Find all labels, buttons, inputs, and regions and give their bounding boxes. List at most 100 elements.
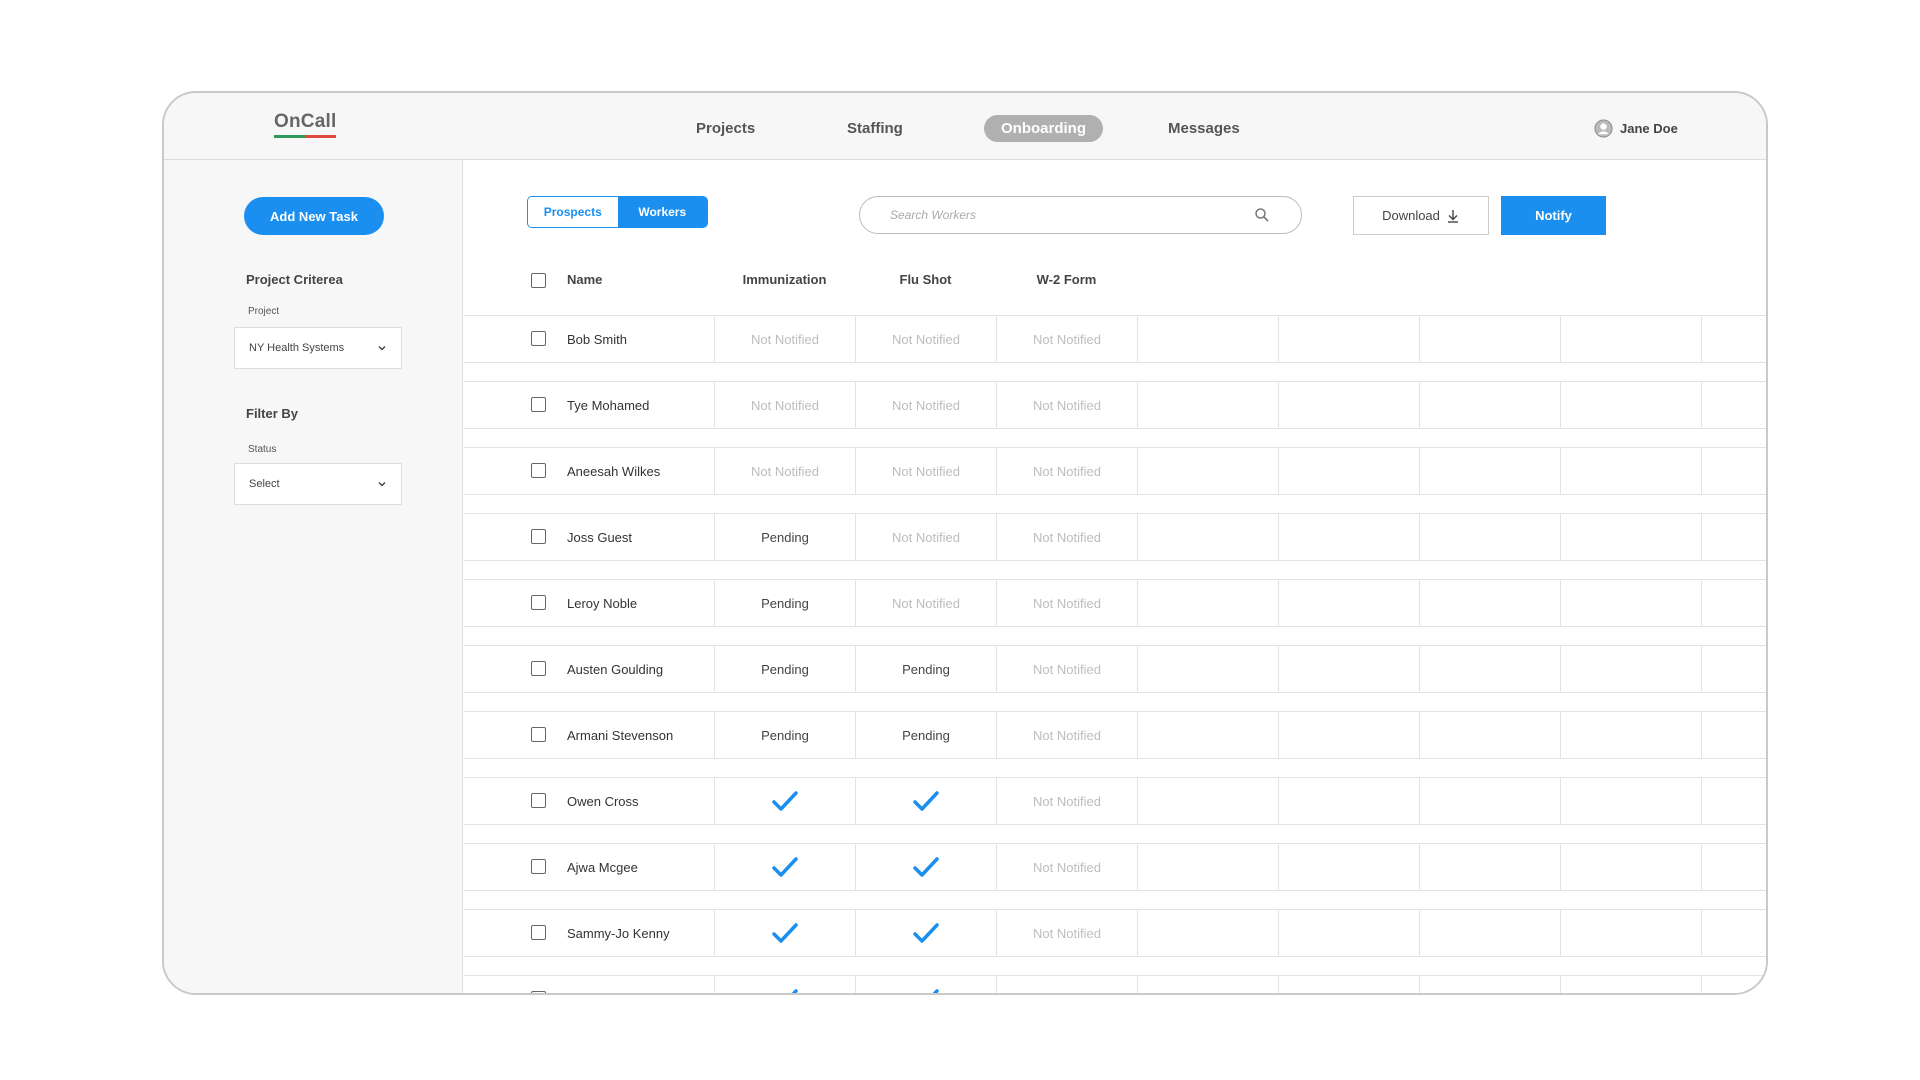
cell-immunization: Pending — [714, 712, 855, 758]
empty-cell — [1701, 844, 1766, 890]
worker-name: Austen Goulding — [567, 662, 664, 677]
table-row[interactable]: Armani Stevenson Pending Pending Not Notifi… — [464, 711, 1766, 759]
table-row[interactable]: Not Notified — [464, 975, 1766, 993]
cell-immunization[interactable] — [714, 778, 855, 824]
empty-cell — [1137, 712, 1278, 758]
table-row[interactable]: Sammy-Jo Kenny Not Notified — [464, 909, 1766, 957]
header-w2-form[interactable]: W-2 Form — [996, 272, 1137, 287]
search-input[interactable] — [890, 205, 1230, 225]
cell-flu-shot: Pending — [855, 646, 996, 692]
status-select[interactable]: Select — [234, 463, 402, 505]
row-checkbox[interactable] — [531, 991, 546, 993]
checkmark-icon — [772, 857, 798, 877]
empty-cell — [1701, 646, 1766, 692]
empty-cell — [1137, 910, 1278, 956]
cell-immunization: Pending — [714, 646, 855, 692]
cell-flu-shot[interactable] — [855, 778, 996, 824]
cell-flu-shot: Not Notified — [855, 316, 996, 362]
table-row[interactable]: Joss Guest Pending Not Notified Not Notifie… — [464, 513, 1766, 561]
row-checkbox[interactable] — [531, 397, 546, 412]
empty-cell — [1560, 316, 1701, 362]
table-row[interactable]: Owen Cross Not Notified — [464, 777, 1766, 825]
search-box — [859, 196, 1302, 234]
project-label: Project — [248, 306, 280, 317]
cell-flu-shot: Not Notified — [855, 514, 996, 560]
table-row[interactable]: Bob Smith Not Notified Not Notified Not Not… — [464, 315, 1766, 363]
table-row[interactable]: Ajwa Mcgee Not Notified — [464, 843, 1766, 891]
empty-cell — [1419, 712, 1560, 758]
cell-flu-shot[interactable] — [855, 844, 996, 890]
cell-flu-shot: Not Notified — [855, 580, 996, 626]
table-row[interactable]: Leroy Noble Pending Not Notified Not Notifi… — [464, 579, 1766, 627]
tab-workers[interactable]: Workers — [617, 197, 707, 227]
worker-name: Aneesah Wilkes — [567, 464, 661, 479]
logo[interactable]: OnCall — [274, 111, 336, 138]
row-checkbox[interactable] — [531, 859, 546, 874]
empty-cell — [1278, 976, 1419, 993]
prospects-workers-toggle: Prospects Workers — [527, 196, 708, 228]
empty-cell — [1701, 514, 1766, 560]
row-checkbox[interactable] — [531, 529, 546, 544]
empty-cell — [1278, 316, 1419, 362]
nav-onboarding[interactable]: Onboarding — [984, 115, 1103, 142]
filter-by-heading: Filter By — [246, 406, 299, 421]
header-flu-shot[interactable]: Flu Shot — [855, 272, 996, 287]
row-checkbox[interactable] — [531, 595, 546, 610]
empty-cell — [1419, 778, 1560, 824]
cell-w2-form: Not Notified — [996, 976, 1137, 993]
empty-cell — [1701, 778, 1766, 824]
cell-immunization[interactable] — [714, 910, 855, 956]
cell-immunization: Pending — [714, 514, 855, 560]
nav-projects[interactable]: Projects — [696, 115, 755, 142]
top-header: OnCall Projects Staffing Onboarding Mess… — [164, 93, 1766, 160]
row-checkbox[interactable] — [531, 727, 546, 742]
table-row[interactable]: Aneesah Wilkes Not Notified Not Notified No… — [464, 447, 1766, 495]
cell-flu-shot[interactable] — [855, 910, 996, 956]
row-checkbox[interactable] — [531, 793, 546, 808]
empty-cell — [1701, 976, 1766, 993]
cell-immunization: Pending — [714, 580, 855, 626]
empty-cell — [1560, 382, 1701, 428]
search-icon[interactable] — [1254, 207, 1270, 223]
empty-cell — [1278, 514, 1419, 560]
table-row[interactable]: Tye Mohamed Not Notified Not Notified Not N… — [464, 381, 1766, 429]
add-new-task-button[interactable]: Add New Task — [244, 197, 384, 235]
user-name: Jane Doe — [1620, 121, 1678, 136]
cell-flu-shot[interactable] — [855, 976, 996, 993]
row-checkbox[interactable] — [531, 925, 546, 940]
empty-cell — [1419, 316, 1560, 362]
logo-text: OnCall — [274, 111, 337, 132]
status-select-value: Select — [249, 478, 280, 490]
empty-cell — [1278, 382, 1419, 428]
status-label: Status — [248, 444, 277, 455]
logo-underline — [274, 135, 336, 138]
cell-flu-shot: Not Notified — [855, 382, 996, 428]
empty-cell — [1137, 448, 1278, 494]
header-name[interactable]: Name — [567, 272, 602, 287]
project-select[interactable]: NY Health Systems — [234, 327, 402, 369]
empty-cell — [1419, 580, 1560, 626]
download-button[interactable]: Download — [1353, 196, 1489, 235]
checkmark-icon — [791, 989, 798, 993]
select-all-checkbox[interactable] — [531, 273, 546, 288]
nav-staffing[interactable]: Staffing — [847, 115, 903, 142]
row-checkbox[interactable] — [531, 463, 546, 478]
cell-immunization: Not Notified — [714, 448, 855, 494]
empty-cell — [1419, 910, 1560, 956]
cell-immunization[interactable] — [714, 976, 855, 993]
tab-prospects[interactable]: Prospects — [528, 197, 618, 227]
nav-messages[interactable]: Messages — [1168, 115, 1240, 142]
cell-flu-shot: Pending — [855, 712, 996, 758]
checkmark-icon — [913, 857, 939, 877]
row-checkbox[interactable] — [531, 661, 546, 676]
row-checkbox[interactable] — [531, 331, 546, 346]
user-menu[interactable]: Jane Doe — [1594, 119, 1678, 138]
header-immunization[interactable]: Immunization — [714, 272, 855, 287]
notify-button[interactable]: Notify — [1501, 196, 1606, 235]
empty-cell — [1701, 382, 1766, 428]
empty-cell — [1560, 844, 1701, 890]
empty-cell — [1560, 646, 1701, 692]
table-row[interactable]: Austen Goulding Pending Pending Not Notifie… — [464, 645, 1766, 693]
cell-immunization[interactable] — [714, 844, 855, 890]
app-window: OnCall Projects Staffing Onboarding Mess… — [162, 91, 1768, 995]
